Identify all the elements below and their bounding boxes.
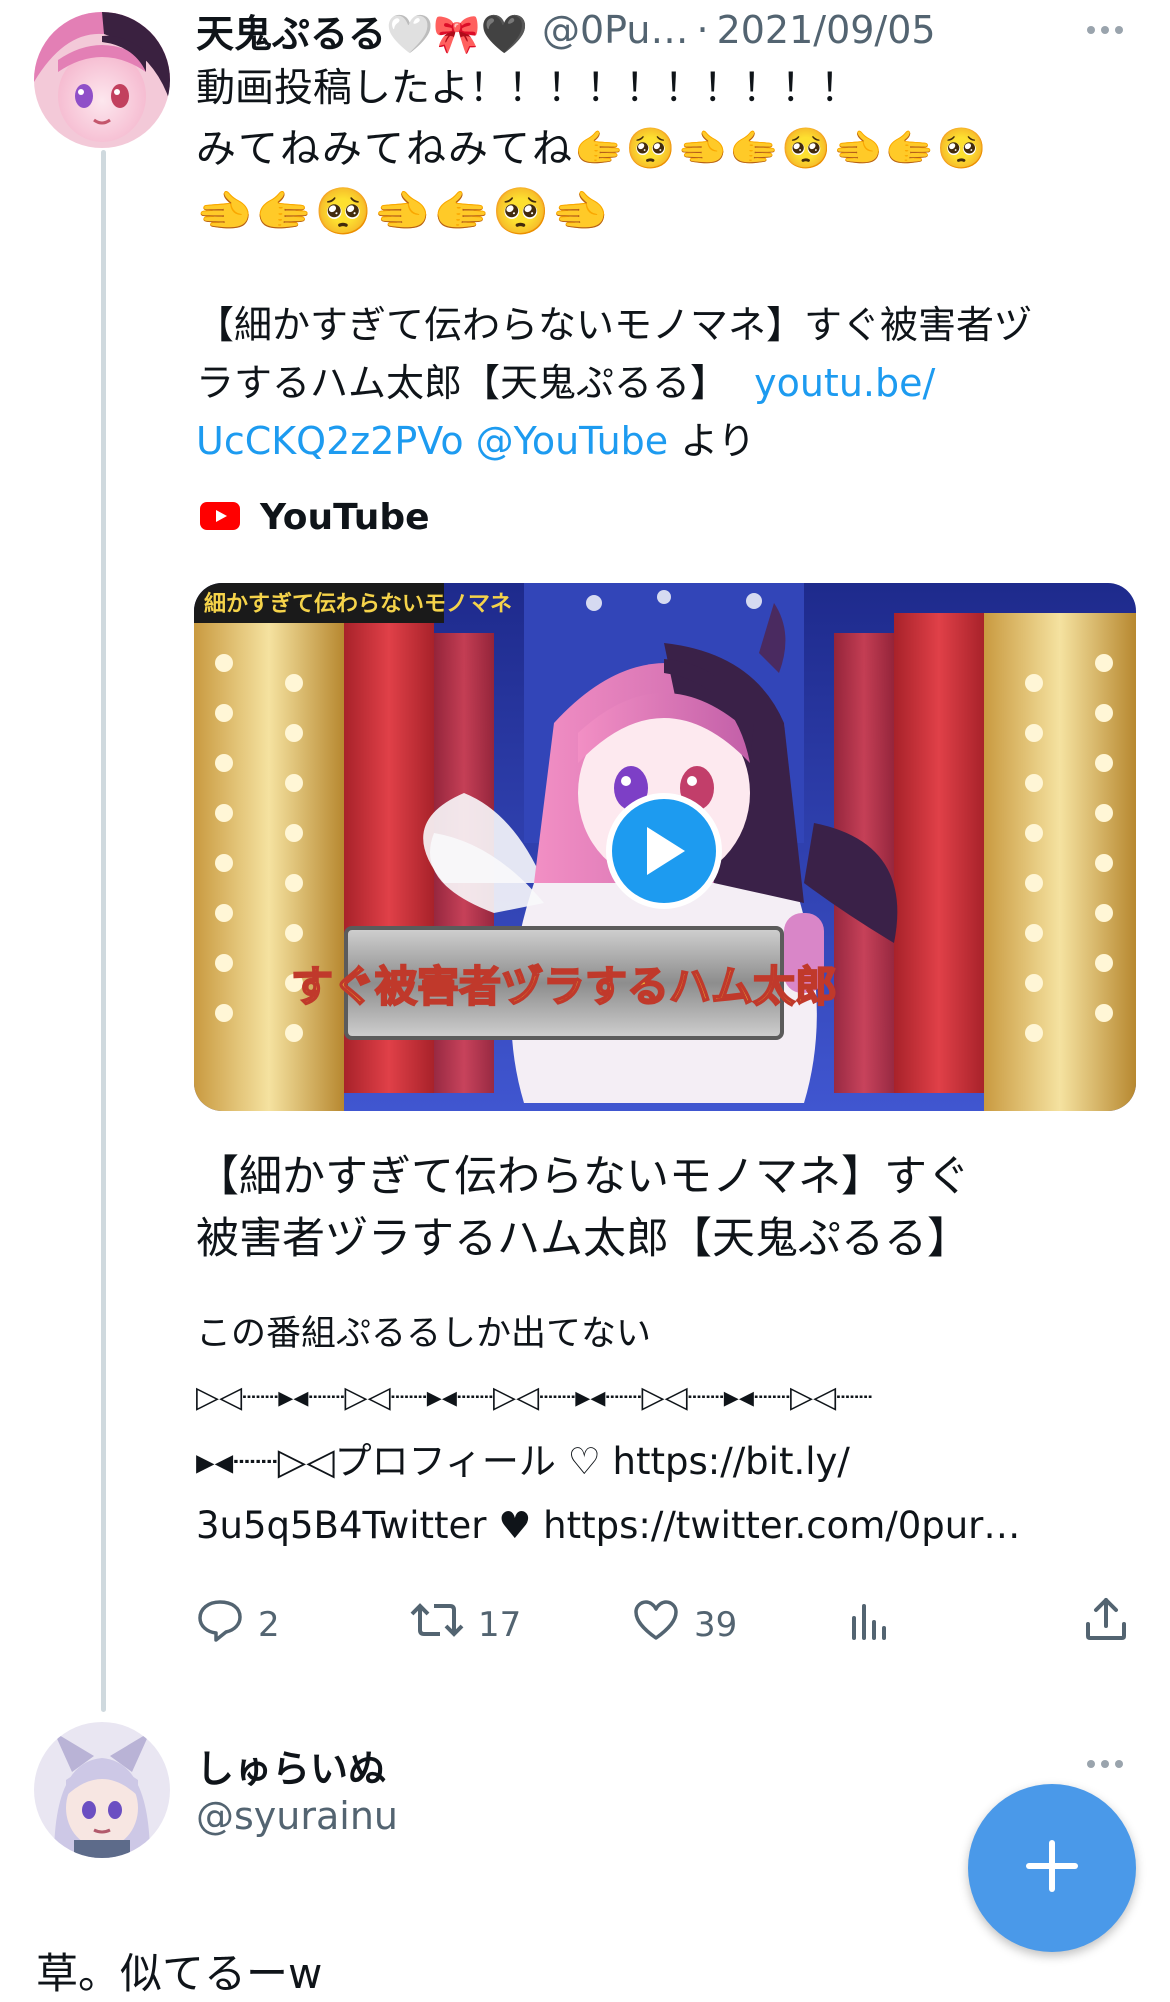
reply-action[interactable]: 2 xyxy=(196,1598,280,1651)
reply-handle[interactable]: @syurainu xyxy=(196,1794,398,1838)
avatar-purururu[interactable] xyxy=(34,12,170,148)
thread-line xyxy=(101,150,106,1712)
reply-text: 草。似てるーw xyxy=(36,1949,323,1998)
link-suffix: より xyxy=(680,419,756,463)
separator: · xyxy=(696,8,709,52)
reply-count: 2 xyxy=(258,1604,280,1645)
tweet-line-3: 🫲🫱🥺🫲🫱🥺🫲 xyxy=(196,184,611,238)
shared-title-line-1: 【細かすぎて伝わらないモノマネ】すぐ被害者ヅ xyxy=(196,303,1033,347)
card-description-line-1: この番組ぷるるしか出てない xyxy=(196,1314,652,1354)
shared-title-line-2: ラするハム太郎【天鬼ぷるる】 xyxy=(196,361,729,405)
card-description-line-2: ▷◁┈┈▸◂┈┈▷◁┈┈▸◂┈┈▷◁┈┈▸◂┈┈▷◁┈┈▸◂┈┈▷◁┈┈ xyxy=(196,1380,873,1415)
timestamp[interactable]: 2021/09/05 xyxy=(717,8,936,52)
reply-display-name[interactable]: しゅらいぬ xyxy=(196,1738,386,1793)
reply-more-icon[interactable] xyxy=(1087,1760,1127,1768)
more-icon[interactable] xyxy=(1087,26,1127,34)
retweet-action[interactable]: 17 xyxy=(410,1598,521,1651)
handle[interactable]: @0Pu… xyxy=(542,8,689,52)
display-name[interactable]: 天鬼ぷるる🤍🎀🖤 xyxy=(196,3,528,58)
card-description-line-4: 3u5q5B4Twitter ♥ https://twitter.com/0pu… xyxy=(196,1504,1021,1547)
video-thumbnail[interactable]: 細かすぎて伝わらないモノマネ すぐ被害者ヅラするハム太郎 xyxy=(194,583,1136,1111)
like-icon[interactable] xyxy=(632,1598,680,1651)
like-action[interactable]: 39 xyxy=(632,1598,737,1651)
retweet-count: 17 xyxy=(478,1604,522,1645)
compose-button[interactable] xyxy=(968,1784,1136,1952)
retweet-icon[interactable] xyxy=(410,1598,464,1651)
card-title-line-1[interactable]: 【細かすぎて伝わらないモノマネ】すぐ xyxy=(196,1146,970,1208)
views-icon[interactable] xyxy=(848,1602,888,1646)
tweet-line-1: 動画投稿したよ！！！！！！！！！！ xyxy=(196,66,860,111)
youtube-link-continued[interactable]: UcCKQ2z2PVo @YouTube xyxy=(196,419,668,463)
card-description-line-3: ▸◂┈┈▷◁プロフィール ♡ https://bit.ly/ xyxy=(196,1440,850,1483)
video-caption-text: すぐ被害者ヅラするハム太郎 xyxy=(291,962,837,1011)
compose-plus-icon xyxy=(1024,1838,1080,1898)
card-source-label: YouTube xyxy=(260,497,430,538)
youtube-link[interactable]: youtu.be/ xyxy=(754,361,935,405)
card-title-line-2[interactable]: 被害者ヅラするハム太郎【天鬼ぷるる】 xyxy=(196,1208,970,1270)
tweet-line-2: みてねみてねみてね🫱🥺🫲🫱🥺🫲🫱🥺 xyxy=(196,126,989,172)
share-icon[interactable] xyxy=(1084,1596,1128,1646)
play-icon[interactable] xyxy=(606,793,722,909)
youtube-logo-icon xyxy=(200,501,240,534)
reply-icon[interactable] xyxy=(196,1598,244,1651)
avatar-syurainu[interactable] xyxy=(34,1722,170,1858)
video-banner-text: 細かすぎて伝わらないモノマネ xyxy=(204,591,512,617)
like-count: 39 xyxy=(694,1604,738,1645)
